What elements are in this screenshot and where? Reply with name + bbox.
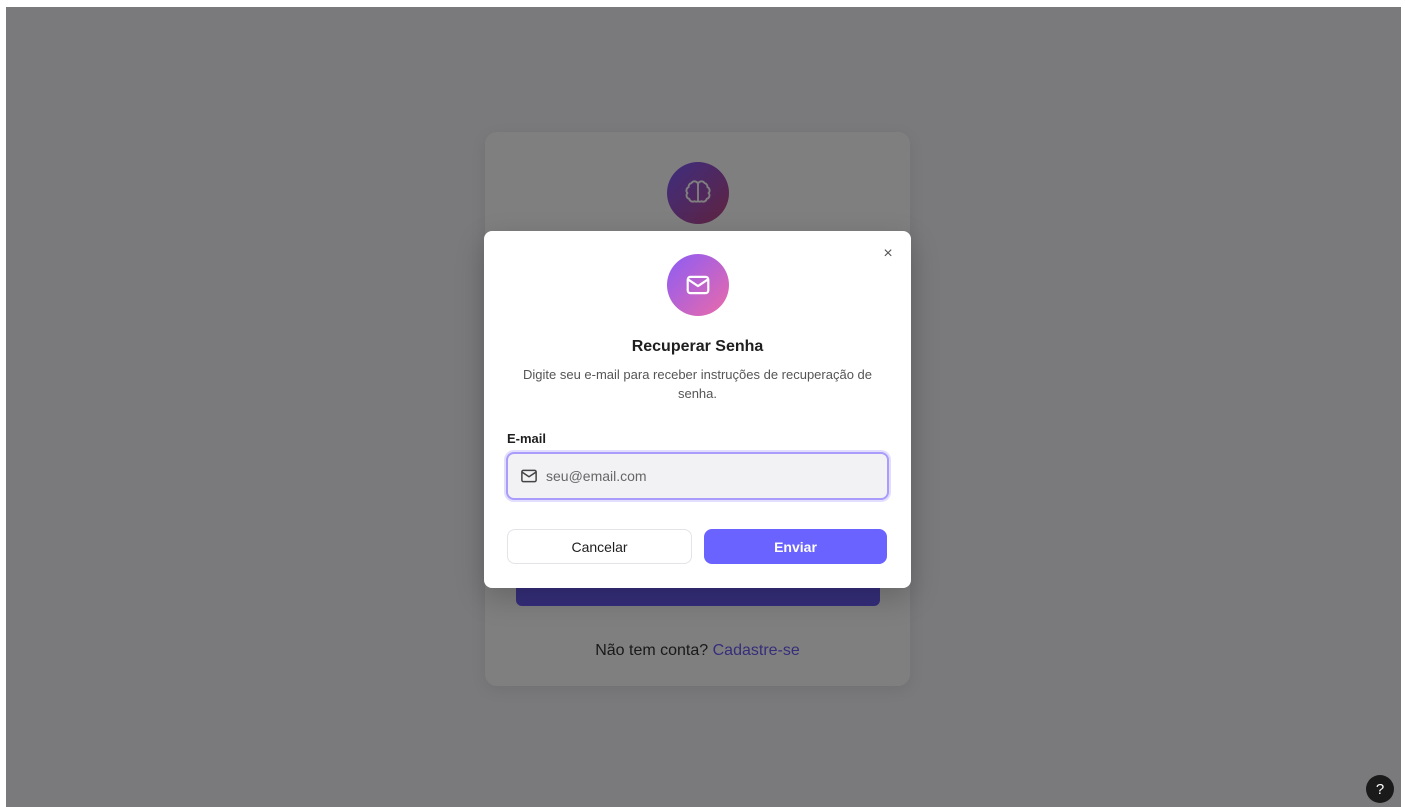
modal-description: Digite seu e-mail para receber instruçõe…	[522, 367, 873, 401]
cancel-button[interactable]: Cancelar	[507, 529, 692, 564]
mail-icon	[667, 254, 729, 316]
recover-password-modal: × Recuperar Senha Digite seu e-mail para…	[484, 231, 911, 588]
mail-icon	[520, 467, 538, 485]
modal-title: Recuperar Senha	[631, 338, 764, 355]
email-field-wrapper[interactable]	[506, 452, 889, 500]
help-button[interactable]: ?	[1366, 775, 1394, 803]
email-label: E-mail	[507, 431, 547, 446]
close-icon[interactable]: ×	[879, 245, 897, 263]
email-input[interactable]	[546, 468, 866, 484]
send-button[interactable]: Enviar	[704, 529, 887, 564]
